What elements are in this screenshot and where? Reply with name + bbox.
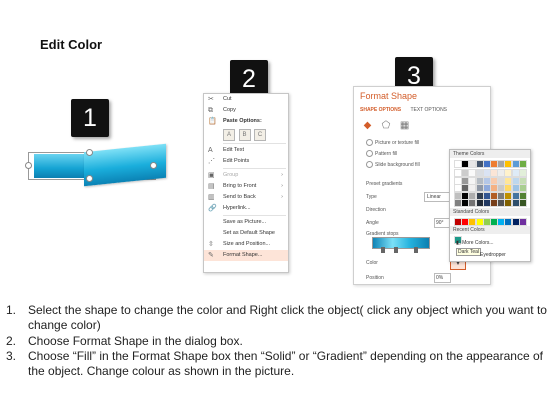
menu-item-format-shape[interactable]: ✎ Format Shape...: [204, 250, 288, 261]
size-properties-icon[interactable]: ▦: [399, 120, 410, 131]
menu-item-set-default-shape[interactable]: Set as Default Shape: [204, 228, 288, 239]
format-shape-title: Format Shape: [360, 91, 418, 101]
color-swatch[interactable]: [518, 160, 527, 168]
group-icon: ▣: [208, 172, 215, 179]
format-shape-icon: ✎: [208, 252, 214, 259]
color-swatch[interactable]: [518, 218, 527, 226]
page-title: Edit Color: [40, 37, 103, 52]
send-back-icon: ▥: [208, 194, 215, 201]
gradient-stop[interactable]: [394, 247, 398, 253]
option-pattern-fill[interactable]: Pattern fill: [366, 150, 397, 157]
menu-item-edit-points[interactable]: ⋰ Edit Points: [204, 156, 288, 167]
context-menu: ✂ Cut ⧉ Copy 📋 Paste Options: A B C A Ed…: [203, 93, 289, 273]
edit-points-icon: ⋰: [208, 158, 215, 165]
eyedropper-item[interactable]: Eyedropper: [480, 252, 506, 258]
hyperlink-icon: 🔗: [208, 205, 217, 212]
color-swatch[interactable]: [518, 199, 527, 207]
resize-handle[interactable]: [25, 162, 32, 169]
tab-text-options[interactable]: TEXT OPTIONS: [410, 107, 447, 113]
radio-icon: [366, 139, 373, 146]
resize-handle[interactable]: [86, 175, 93, 182]
paste-options-row: A B C: [204, 127, 288, 142]
menu-item-group[interactable]: ▣ Group ›: [204, 170, 288, 181]
bring-front-icon: ▤: [208, 183, 215, 190]
fill-line-icon[interactable]: ◆: [362, 120, 373, 131]
copy-icon: ⧉: [208, 107, 213, 114]
format-category-icons: ◆ ⬠ ▦: [362, 120, 416, 131]
paste-keep-format-icon[interactable]: A: [223, 129, 235, 141]
resize-handle[interactable]: [86, 149, 93, 156]
menu-item-hyperlink[interactable]: 🔗 Hyperlink...: [204, 203, 288, 214]
standard-color-row: [454, 218, 530, 226]
menu-item-paste-options: 📋 Paste Options:: [208, 118, 262, 125]
radio-icon: [366, 150, 373, 157]
paste-picture-icon[interactable]: B: [238, 129, 251, 141]
size-position-icon: ⇳: [208, 241, 214, 248]
menu-separator: [223, 168, 286, 169]
submenu-arrow-icon: ›: [281, 172, 283, 178]
menu-item-bring-to-front[interactable]: ▤ Bring to Front ›: [204, 181, 288, 192]
tooltip: Dark Teal: [456, 248, 482, 256]
paste-text-only-icon[interactable]: C: [254, 129, 267, 141]
menu-item-copy[interactable]: ⧉ Copy: [204, 105, 288, 116]
scissors-icon: ✂: [208, 96, 214, 103]
type-label: Type: [366, 194, 377, 200]
menu-item-size-and-position[interactable]: ⇳ Size and Position...: [204, 239, 288, 250]
effects-icon[interactable]: ⬠: [381, 120, 392, 131]
theme-color-grid: [454, 160, 530, 208]
standard-colors-label: Standard Colors: [450, 208, 530, 216]
menu-item-edit-text[interactable]: A Edit Text: [204, 145, 288, 156]
position-label: Position: [366, 275, 384, 281]
format-shape-tabs: SHAPE OPTIONS TEXT OPTIONS: [360, 107, 447, 113]
more-colors-item[interactable]: ◧ More Colors...: [456, 240, 494, 246]
gradient-stop[interactable]: [414, 247, 418, 253]
edit-text-icon: A: [208, 147, 213, 154]
resize-handle[interactable]: [150, 162, 157, 169]
radio-icon: [366, 161, 373, 168]
type-select[interactable]: Linear: [424, 192, 450, 202]
recent-colors-label: Recent Colors: [450, 226, 530, 234]
ribbon-shape[interactable]: [22, 143, 166, 190]
paste-icon: 📋: [208, 118, 217, 125]
submenu-arrow-icon: ›: [281, 194, 283, 200]
submenu-arrow-icon: ›: [281, 183, 283, 189]
angle-label: Angle: [366, 220, 379, 226]
position-input[interactable]: 0%: [434, 273, 451, 283]
menu-item-send-to-back[interactable]: ▥ Send to Back ›: [204, 192, 288, 203]
menu-separator: [223, 143, 286, 144]
instructions-list: 1. Select the shape to change the color a…: [6, 303, 554, 379]
instruction-step: 3. Choose “Fill” in the Format Shape box …: [6, 348, 543, 379]
step-badge-1: 1: [71, 99, 109, 137]
menu-item-save-as-picture[interactable]: Save as Picture...: [204, 217, 288, 228]
option-picture-fill[interactable]: Picture or texture fill: [366, 139, 419, 146]
option-slide-background-fill[interactable]: Slide background fill: [366, 161, 420, 168]
preset-gradients-label: Preset gradients: [366, 181, 403, 187]
instruction-step: 1. Select the shape to change the color a…: [6, 303, 547, 333]
gradient-stop[interactable]: [381, 247, 385, 253]
theme-colors-label: Theme Colors: [450, 150, 530, 158]
color-label: Color: [366, 260, 378, 266]
color-picker-popup: Theme Colors Standard Colors Recent Colo…: [449, 149, 531, 262]
menu-item-cut[interactable]: ✂ Cut: [204, 94, 288, 105]
menu-separator: [223, 215, 286, 216]
direction-label: Direction: [366, 207, 386, 213]
tab-shape-options[interactable]: SHAPE OPTIONS: [360, 107, 401, 113]
instruction-step: 2. Choose Format Shape in the dialog box.: [6, 333, 243, 348]
